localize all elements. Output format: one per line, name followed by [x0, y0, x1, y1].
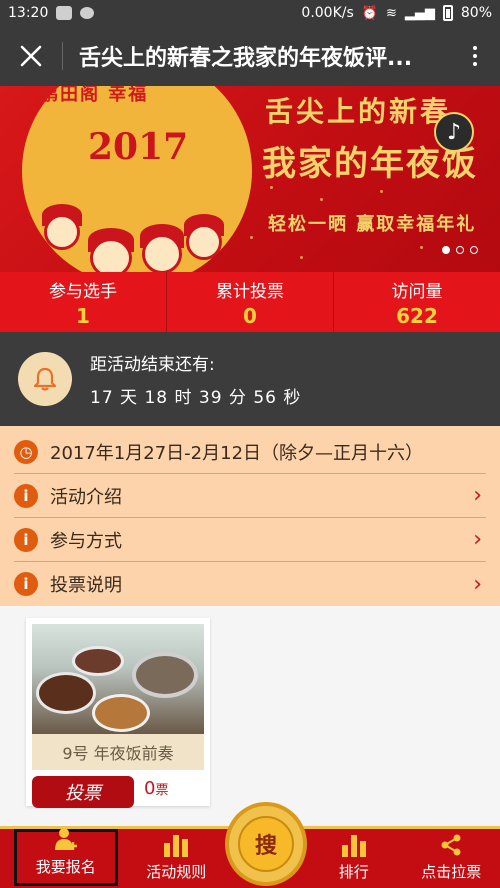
music-note-icon: ♪ [446, 119, 462, 145]
info-item-activity-intro[interactable]: i 活动介绍 › [14, 474, 486, 518]
stat-value: 1 [76, 303, 90, 328]
close-icon [20, 45, 42, 67]
info-item-how-to-join[interactable]: i 参与方式 › [14, 518, 486, 562]
more-menu-button[interactable] [450, 26, 500, 86]
network-speed: 0.00K/s [301, 5, 354, 21]
info-icon: i [14, 483, 38, 508]
info-item-label: 参与方式 [50, 530, 122, 552]
nav-rules[interactable]: 活动规则 [128, 829, 226, 888]
status-bar: 13:20 0.00K/s ⏰ ≋ ▂▄▆ 80% [0, 0, 500, 26]
stats-bar: 参与选手 1 累计投票 0 访问量 622 [0, 272, 500, 332]
nav-label: 活动规则 [146, 863, 207, 881]
bar-chart-icon [164, 831, 189, 857]
cartoon-face [186, 224, 222, 260]
chevron-right-icon: › [473, 483, 482, 508]
page-title: 舌尖上的新春之我家的年夜饭评... [79, 46, 413, 71]
nav-label: 点击拉票 [421, 863, 482, 881]
battery-level: 80% [460, 5, 492, 21]
activity-date: 2017年1月27日-2月12日（除夕—正月十六） [50, 442, 424, 464]
carousel-dot[interactable] [456, 246, 464, 254]
cartoon-face [142, 234, 182, 272]
sparkle [300, 256, 303, 259]
activity-info-panel: ◷ 2017年1月27日-2月12日（除夕—正月十六） i 活动介绍 › i 参… [0, 426, 500, 606]
share-icon [439, 831, 463, 857]
carousel-dot[interactable] [442, 246, 450, 254]
title-bar: 舌尖上的新春之我家的年夜饭评... [0, 26, 500, 86]
dish-plate [72, 646, 124, 676]
cartoon-face [90, 238, 132, 272]
dish-plate [132, 652, 198, 698]
info-item-voting-rules[interactable]: i 投票说明 › [14, 562, 486, 606]
entry-photo[interactable] [32, 624, 204, 734]
user-add-icon [53, 826, 79, 852]
stat-value: 0 [243, 303, 257, 328]
music-toggle-button[interactable]: ♪ [434, 112, 474, 152]
clock-icon: ◷ [14, 439, 38, 464]
more-dot-icon [473, 62, 477, 66]
banner-year: 2017 [88, 126, 189, 168]
search-label: 搜 [238, 816, 294, 872]
stat-label: 累计投票 [216, 281, 284, 302]
sparkle [380, 190, 383, 193]
nav-register[interactable]: 我要报名 [14, 826, 118, 886]
search-button[interactable]: 搜 [229, 806, 303, 882]
vote-count: 0票 [144, 778, 168, 799]
alarm-icon: ⏰ [361, 5, 378, 21]
dish-plate [36, 672, 96, 714]
sparkle [250, 236, 253, 239]
stat-label: 访问量 [391, 281, 443, 302]
cartoon-face [44, 214, 80, 250]
chevron-right-icon: › [473, 527, 482, 552]
nav-label: 我要报名 [35, 858, 96, 876]
countdown-time: 17 天 18 时 39 分 56 秒 [90, 388, 302, 408]
nav-canvass[interactable]: 点击拉票 [403, 829, 500, 888]
battery-icon [442, 5, 453, 21]
carousel-indicator [442, 246, 478, 254]
chat-notification-icon [80, 7, 95, 19]
wifi-icon: ≋ [385, 5, 397, 21]
activity-date-row: ◷ 2017年1月27日-2月12日（除夕—正月十六） [14, 430, 486, 474]
entry-card[interactable]: 9号 年夜饭前奏 投票 0票 [26, 618, 210, 808]
nav-ranking[interactable]: 排行 [305, 829, 403, 888]
chevron-right-icon: › [473, 571, 482, 597]
vote-count-number: 0 [144, 778, 156, 799]
promo-banner[interactable]: 鹏田阁 幸福 2017 舌尖上的新春 我家的年夜饭 轻松一晒 赢取幸福年礼 ♪ [0, 86, 500, 272]
sparkle [320, 198, 323, 201]
close-button[interactable] [0, 26, 62, 86]
banner-tagline: 轻松一晒 赢取幸福年礼 [268, 214, 477, 235]
sparkle [270, 186, 273, 189]
entries-list: 9号 年夜饭前奏 投票 0票 [0, 606, 500, 826]
vote-button[interactable]: 投票 [32, 776, 134, 808]
stat-total-votes: 累计投票 0 [166, 272, 333, 332]
dish-plate [92, 694, 150, 732]
signal-icon: ▂▄▆ [404, 5, 435, 21]
banner-headline: 舌尖上的新春 [265, 95, 452, 128]
stat-label: 参与选手 [49, 281, 117, 302]
more-dot-icon [473, 54, 477, 58]
more-dot-icon [473, 46, 477, 50]
status-time: 13:20 [8, 5, 49, 21]
stat-visits: 访问量 622 [333, 272, 500, 332]
info-icon: i [14, 572, 38, 596]
app-notification-icon [56, 6, 73, 20]
stat-participants: 参与选手 1 [0, 272, 166, 332]
bell-icon [18, 352, 72, 406]
info-icon: i [14, 527, 38, 552]
vote-count-unit: 票 [155, 783, 169, 798]
bar-chart-icon [341, 831, 366, 857]
countdown-panel: 距活动结束还有: 17 天 18 时 39 分 56 秒 [0, 332, 500, 426]
banner-circle-text: 鹏田阁 幸福 [40, 86, 149, 105]
countdown-label: 距活动结束还有: [90, 355, 215, 375]
nav-label: 排行 [338, 863, 369, 881]
entry-caption: 9号 年夜饭前奏 [32, 734, 204, 770]
sparkle [420, 246, 423, 249]
info-item-label: 投票说明 [50, 575, 122, 596]
info-item-label: 活动介绍 [50, 486, 122, 508]
carousel-dot[interactable] [470, 246, 478, 254]
stat-value: 622 [396, 303, 438, 328]
